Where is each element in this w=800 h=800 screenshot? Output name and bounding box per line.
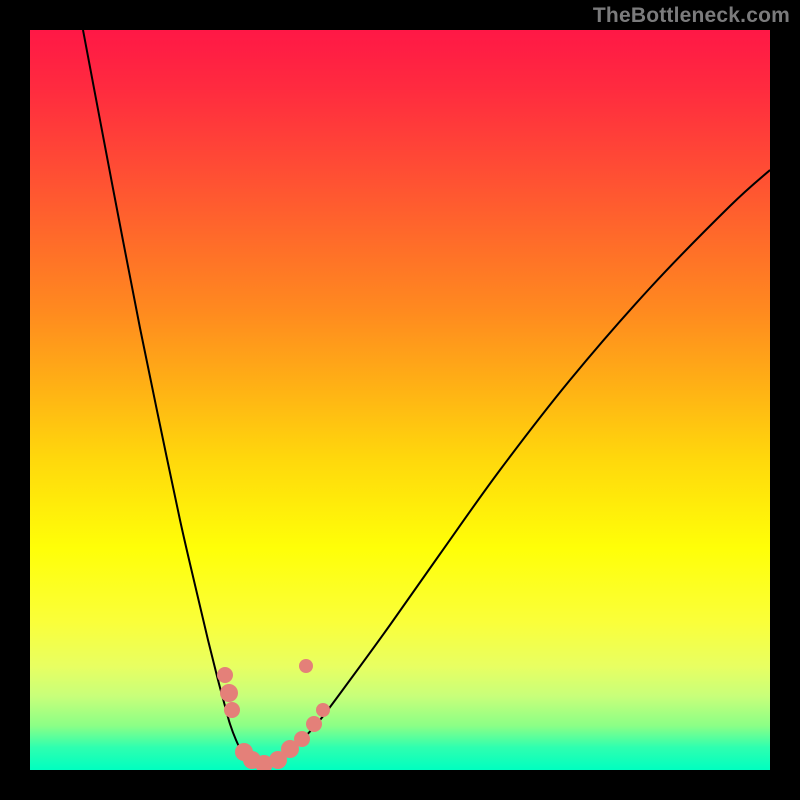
highlight-dot bbox=[316, 703, 330, 717]
curve-left bbox=[83, 30, 260, 768]
chart-frame: TheBottleneck.com bbox=[0, 0, 800, 800]
curve-right bbox=[260, 170, 770, 768]
highlight-dot bbox=[294, 731, 310, 747]
highlight-dot bbox=[224, 702, 240, 718]
highlight-dot bbox=[217, 667, 233, 683]
highlight-dot bbox=[220, 684, 238, 702]
highlight-dot bbox=[306, 716, 322, 732]
watermark-text: TheBottleneck.com bbox=[593, 4, 790, 28]
plot-area bbox=[30, 30, 770, 770]
highlight-dots bbox=[217, 659, 330, 770]
highlight-dot bbox=[299, 659, 313, 673]
bottleneck-curve bbox=[30, 30, 770, 770]
